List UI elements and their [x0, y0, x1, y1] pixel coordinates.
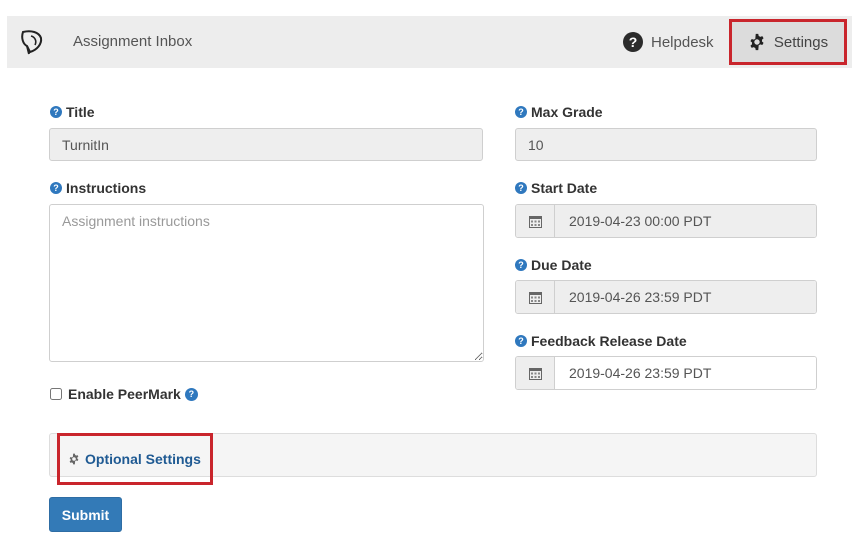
optional-settings-toggle[interactable]: Optional Settings — [57, 433, 213, 485]
gear-icon — [748, 33, 766, 51]
feedback-release-date-value: 2019-04-26 23:59 PDT — [555, 357, 816, 389]
helpdesk-link[interactable]: ? Helpdesk — [623, 30, 714, 54]
max-grade-value: 10 — [528, 136, 544, 153]
question-circle-icon[interactable]: ? — [50, 182, 62, 194]
optional-settings-panel: Optional Settings — [49, 433, 817, 485]
start-date-label: Start Date — [531, 180, 598, 196]
title-label: Title — [66, 104, 95, 120]
enable-peermark-checkbox[interactable] — [50, 388, 62, 400]
start-date-label-row: ? Start Date — [515, 180, 597, 196]
question-circle-icon[interactable]: ? — [515, 106, 527, 118]
settings-label: Settings — [773, 33, 829, 51]
feedback-release-date-input[interactable]: 2019-04-26 23:59 PDT — [515, 356, 817, 390]
start-date-value: 2019-04-23 00:00 PDT — [555, 205, 816, 237]
peermark-label: Enable PeerMark — [68, 386, 181, 402]
title-input[interactable]: TurnitIn — [49, 128, 483, 161]
question-circle-icon[interactable]: ? — [515, 335, 527, 347]
title-value: TurnitIn — [62, 136, 109, 153]
submit-button[interactable]: Submit — [49, 497, 122, 532]
max-grade-label: Max Grade — [531, 104, 603, 120]
turnitin-logo-icon[interactable] — [17, 28, 45, 56]
question-circle-icon[interactable]: ? — [50, 106, 62, 118]
gear-icon — [68, 453, 80, 465]
due-date-label-row: ? Due Date — [515, 257, 592, 273]
helpdesk-label: Helpdesk — [651, 33, 714, 51]
settings-button[interactable]: Settings — [729, 19, 847, 65]
calendar-icon[interactable] — [516, 205, 555, 237]
due-date-input[interactable]: 2019-04-26 23:59 PDT — [515, 280, 817, 314]
max-grade-label-row: ? Max Grade — [515, 104, 603, 120]
question-circle-icon[interactable]: ? — [184, 387, 198, 401]
question-circle-icon: ? — [623, 32, 643, 52]
calendar-icon[interactable] — [516, 357, 555, 389]
top-navbar: Assignment Inbox ? Helpdesk Settings — [7, 16, 852, 68]
due-date-value: 2019-04-26 23:59 PDT — [555, 281, 816, 313]
optional-settings-label: Optional Settings — [85, 451, 201, 467]
max-grade-input[interactable]: 10 — [515, 128, 817, 161]
start-date-input[interactable]: 2019-04-23 00:00 PDT — [515, 204, 817, 238]
instructions-label-row: ? Instructions — [50, 180, 146, 196]
peermark-row: Enable PeerMark ? — [50, 386, 198, 402]
app-title: Assignment Inbox — [73, 33, 193, 50]
feedback-release-date-label-row: ? Feedback Release Date — [515, 333, 687, 349]
due-date-label: Due Date — [531, 257, 592, 273]
question-circle-icon[interactable]: ? — [515, 259, 527, 271]
feedback-release-date-label: Feedback Release Date — [531, 333, 687, 349]
title-label-row: ? Title — [50, 104, 95, 120]
instructions-label: Instructions — [66, 180, 147, 196]
instructions-textarea[interactable] — [49, 204, 484, 362]
question-circle-icon[interactable]: ? — [515, 182, 527, 194]
calendar-icon[interactable] — [516, 281, 555, 313]
